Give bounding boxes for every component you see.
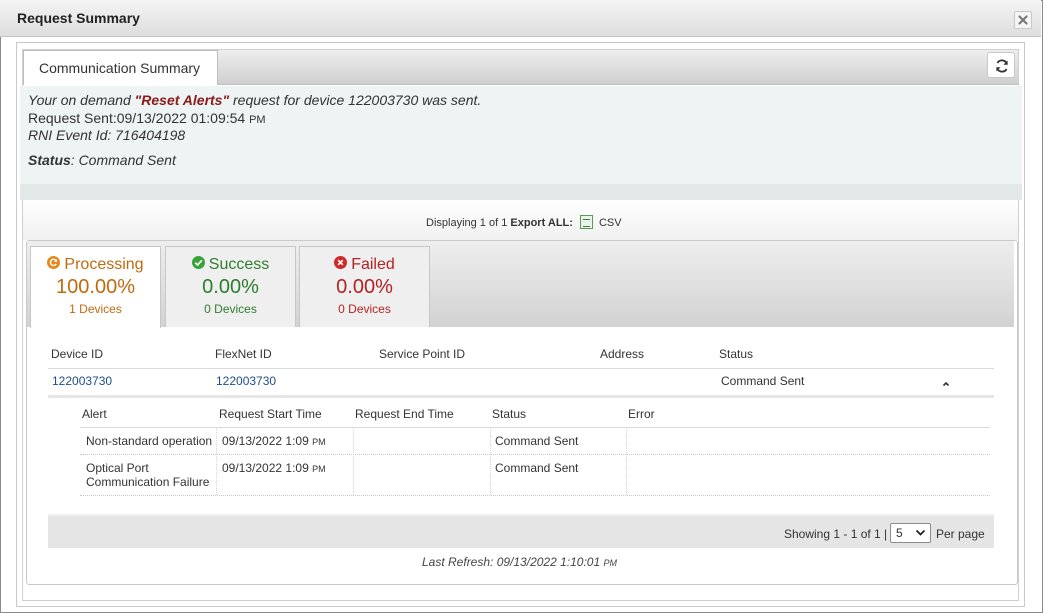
- row-divider: [80, 495, 990, 496]
- processing-devices: 1 Devices: [69, 302, 122, 316]
- col-status[interactable]: Status: [719, 347, 753, 361]
- info-divider: [20, 184, 1022, 200]
- pagination-bar: Showing 1 - 1 of 1 | 5 Per page: [48, 514, 994, 548]
- export-all-label: Export ALL:: [510, 217, 573, 229]
- rni-event-id: RNI Event Id: 716404198: [28, 127, 186, 143]
- header-divider: [48, 368, 994, 369]
- last-refresh: Last Refresh: 09/13/2022 1:10:01 PM: [422, 555, 617, 569]
- col-address[interactable]: Address: [600, 347, 644, 361]
- failed-label: Failed: [351, 256, 395, 273]
- flexnet-id-link[interactable]: 122003730: [216, 374, 276, 388]
- request-info-box: Your on demand "Reset Alerts" request fo…: [20, 86, 1022, 184]
- csv-export-icon[interactable]: [579, 215, 593, 229]
- chevron-up-icon: [942, 381, 950, 387]
- col-flexnet-id[interactable]: FlexNet ID: [215, 347, 272, 361]
- alert-start-time: 09/13/2022 1:09 PM: [222, 461, 326, 475]
- displaying-count: Displaying 1 of 1: [426, 217, 508, 229]
- alert-name-cell: Non-standard operation: [86, 434, 213, 448]
- success-devices: 0 Devices: [204, 302, 257, 316]
- col-service-point-id[interactable]: Service Point ID: [379, 347, 465, 361]
- alert-status-cell: Command Sent: [495, 461, 579, 475]
- alert-name-cell-line2: Communication Failure: [86, 475, 210, 489]
- per-page-label: Per page: [936, 527, 985, 541]
- alert-name: "Reset Alerts": [134, 92, 230, 108]
- collapse-row-button[interactable]: [941, 376, 951, 394]
- chevron-down-icon: [915, 529, 926, 536]
- col-device-id[interactable]: Device ID: [51, 347, 103, 361]
- device-id-link[interactable]: 122003730: [52, 374, 112, 388]
- alert-name-cell: Optical Port: [86, 461, 149, 475]
- showing-count: Showing 1 - 1 of 1 |: [784, 527, 888, 541]
- csv-export-link[interactable]: CSV: [599, 217, 622, 229]
- tab-processing[interactable]: Processing 100.00% 1 Devices: [30, 246, 161, 328]
- alert-start-time: 09/13/2022 1:09 PM: [222, 434, 326, 448]
- dialog-title: Request Summary: [17, 10, 140, 26]
- request-sent-line: Request Sent:09/13/2022 01:09:54 PM: [28, 110, 266, 126]
- device-status: Command Sent: [721, 374, 805, 388]
- x-circle-icon: [334, 256, 348, 269]
- failed-devices: 0 Devices: [338, 302, 391, 316]
- processing-percent: 100.00%: [56, 276, 135, 298]
- check-circle-icon: [191, 256, 205, 269]
- request-status: Status: Command Sent: [28, 152, 176, 168]
- col-separator: [216, 428, 217, 495]
- tab-communication-summary[interactable]: Communication Summary: [23, 50, 218, 85]
- close-button[interactable]: [1014, 11, 1032, 29]
- col-separator: [490, 428, 491, 495]
- refresh-circle-icon: [47, 256, 61, 269]
- export-bar: Displaying 1 of 1 Export ALL: CSV: [23, 200, 1018, 240]
- col-error[interactable]: Error: [628, 407, 655, 421]
- alert-status-cell: Command Sent: [495, 434, 579, 448]
- col-request-end-time[interactable]: Request End Time: [355, 407, 454, 421]
- request-message: Your on demand "Reset Alerts" request fo…: [28, 92, 482, 108]
- success-label: Success: [208, 256, 270, 273]
- col-alert-status[interactable]: Status: [492, 407, 526, 421]
- refresh-button[interactable]: [987, 52, 1015, 78]
- close-icon: [1018, 15, 1028, 25]
- processing-label: Processing: [64, 256, 144, 273]
- col-separator: [626, 428, 627, 495]
- col-request-start-time[interactable]: Request Start Time: [219, 407, 322, 421]
- success-percent: 0.00%: [202, 276, 259, 298]
- tab-success[interactable]: Success 0.00% 0 Devices: [165, 246, 296, 327]
- tab-failed[interactable]: Failed 0.00% 0 Devices: [299, 246, 430, 327]
- refresh-icon: [996, 59, 1008, 73]
- col-alert[interactable]: Alert: [82, 407, 107, 421]
- page-size-select[interactable]: 5: [890, 523, 931, 543]
- dialog-titlebar: Request Summary: [0, 0, 1041, 37]
- failed-percent: 0.00%: [336, 276, 393, 298]
- col-separator: [353, 428, 354, 495]
